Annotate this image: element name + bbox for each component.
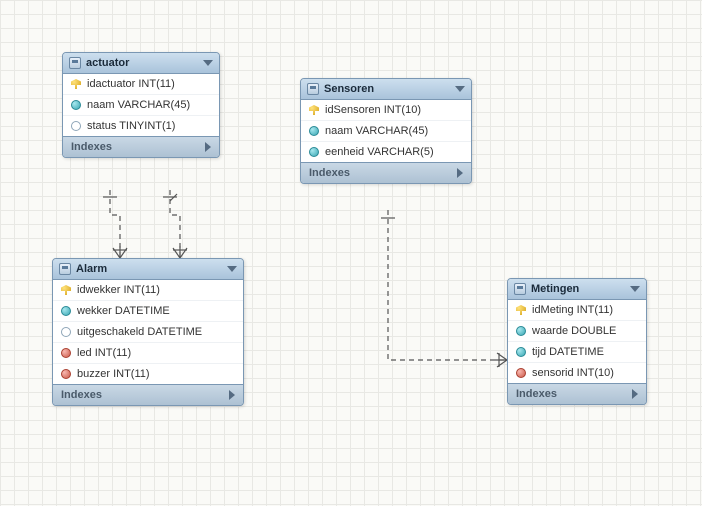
column-text: idSensoren INT(10) bbox=[325, 104, 421, 116]
column-text: sensorid INT(10) bbox=[532, 367, 614, 379]
column-row[interactable]: status TINYINT(1) bbox=[63, 115, 219, 136]
table-header-metingen[interactable]: Metingen bbox=[508, 279, 646, 300]
expand-icon[interactable] bbox=[457, 168, 463, 178]
column-row[interactable]: idwekker INT(11) bbox=[53, 280, 243, 300]
column-row[interactable]: naam VARCHAR(45) bbox=[301, 120, 471, 141]
column-row[interactable]: wekker DATETIME bbox=[53, 300, 243, 321]
key-icon bbox=[516, 305, 526, 315]
attr-icon bbox=[71, 121, 81, 131]
key-icon bbox=[61, 285, 71, 295]
column-text: naam VARCHAR(45) bbox=[87, 99, 190, 111]
column-text: idMeting INT(11) bbox=[532, 304, 613, 316]
column-row[interactable]: led INT(11) bbox=[53, 342, 243, 363]
indexes-section[interactable]: Indexes bbox=[301, 162, 471, 183]
attr-icon bbox=[71, 100, 81, 110]
attr-icon bbox=[516, 326, 526, 336]
column-text: led INT(11) bbox=[77, 347, 131, 359]
column-text: idwekker INT(11) bbox=[77, 284, 160, 296]
attr-icon bbox=[309, 126, 319, 136]
table-actuator[interactable]: actuator idactuator INT(11) naam VARCHAR… bbox=[62, 52, 220, 158]
table-title: actuator bbox=[86, 57, 129, 69]
column-row[interactable]: waarde DOUBLE bbox=[508, 320, 646, 341]
indexes-section[interactable]: Indexes bbox=[63, 136, 219, 157]
column-row[interactable]: eenheid VARCHAR(5) bbox=[301, 141, 471, 162]
table-alarm[interactable]: Alarm idwekker INT(11) wekker DATETIME u… bbox=[52, 258, 244, 406]
expand-icon[interactable] bbox=[205, 142, 211, 152]
column-text: idactuator INT(11) bbox=[87, 78, 175, 90]
section-label: Indexes bbox=[71, 141, 112, 153]
column-text: uitgeschakeld DATETIME bbox=[77, 326, 202, 338]
attr-icon bbox=[61, 327, 71, 337]
table-icon bbox=[69, 57, 81, 69]
section-label: Indexes bbox=[516, 388, 557, 400]
table-icon bbox=[514, 283, 526, 295]
table-sensoren[interactable]: Sensoren idSensoren INT(10) naam VARCHAR… bbox=[300, 78, 472, 184]
column-row[interactable]: idactuator INT(11) bbox=[63, 74, 219, 94]
column-text: waarde DOUBLE bbox=[532, 325, 616, 337]
attr-icon bbox=[516, 347, 526, 357]
attr-icon bbox=[309, 147, 319, 157]
column-text: wekker DATETIME bbox=[77, 305, 170, 317]
column-text: eenheid VARCHAR(5) bbox=[325, 146, 434, 158]
table-title: Sensoren bbox=[324, 83, 374, 95]
table-header-actuator[interactable]: actuator bbox=[63, 53, 219, 74]
column-text: naam VARCHAR(45) bbox=[325, 125, 428, 137]
key-icon bbox=[309, 105, 319, 115]
collapse-icon[interactable] bbox=[455, 86, 465, 92]
section-label: Indexes bbox=[309, 167, 350, 179]
column-row[interactable]: uitgeschakeld DATETIME bbox=[53, 321, 243, 342]
fk-icon bbox=[61, 348, 71, 358]
column-row[interactable]: buzzer INT(11) bbox=[53, 363, 243, 384]
column-row[interactable]: tijd DATETIME bbox=[508, 341, 646, 362]
column-row[interactable]: sensorid INT(10) bbox=[508, 362, 646, 383]
collapse-icon[interactable] bbox=[227, 266, 237, 272]
fk-icon bbox=[61, 369, 71, 379]
expand-icon[interactable] bbox=[632, 389, 638, 399]
key-icon bbox=[71, 79, 81, 89]
attr-icon bbox=[61, 306, 71, 316]
column-text: buzzer INT(11) bbox=[77, 368, 150, 380]
collapse-icon[interactable] bbox=[203, 60, 213, 66]
indexes-section[interactable]: Indexes bbox=[53, 384, 243, 405]
column-row[interactable]: naam VARCHAR(45) bbox=[63, 94, 219, 115]
table-icon bbox=[59, 263, 71, 275]
table-icon bbox=[307, 83, 319, 95]
column-row[interactable]: idMeting INT(11) bbox=[508, 300, 646, 320]
column-text: tijd DATETIME bbox=[532, 346, 604, 358]
table-header-alarm[interactable]: Alarm bbox=[53, 259, 243, 280]
indexes-section[interactable]: Indexes bbox=[508, 383, 646, 404]
table-header-sensoren[interactable]: Sensoren bbox=[301, 79, 471, 100]
collapse-icon[interactable] bbox=[630, 286, 640, 292]
column-text: status TINYINT(1) bbox=[87, 120, 175, 132]
table-title: Alarm bbox=[76, 263, 107, 275]
table-title: Metingen bbox=[531, 283, 579, 295]
expand-icon[interactable] bbox=[229, 390, 235, 400]
section-label: Indexes bbox=[61, 389, 102, 401]
column-row[interactable]: idSensoren INT(10) bbox=[301, 100, 471, 120]
fk-icon bbox=[516, 368, 526, 378]
table-metingen[interactable]: Metingen idMeting INT(11) waarde DOUBLE … bbox=[507, 278, 647, 405]
